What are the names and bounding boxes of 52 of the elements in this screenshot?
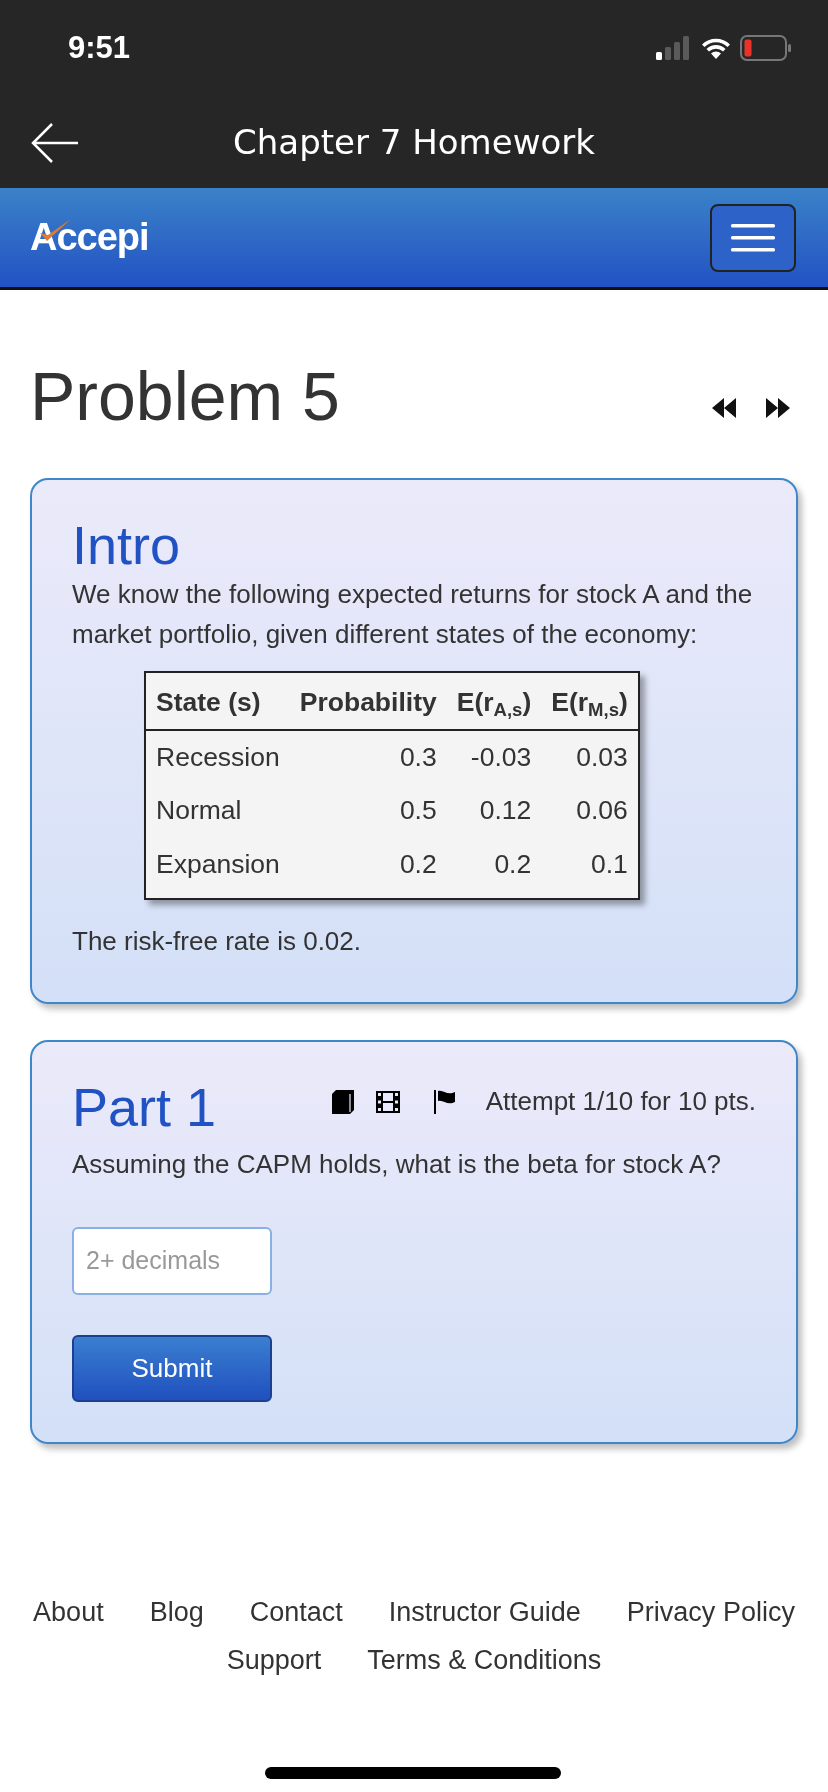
- flag-icon: [433, 1089, 456, 1114]
- footer-link[interactable]: Instructor Guide: [388, 1591, 581, 1633]
- intro-text: We know the following expected returns for stock A and the market portfolio, given different states of the economy:: [72, 578, 754, 652]
- battery-icon: [740, 35, 792, 61]
- problem-title: Problem 5: [30, 362, 340, 430]
- footer-link[interactable]: Contact: [249, 1591, 343, 1633]
- status-time: 9:51: [68, 28, 131, 67]
- table-cell: 0.2: [446, 838, 542, 899]
- column-header: State (s): [145, 671, 290, 730]
- table-cell: -0.03: [446, 729, 542, 785]
- back-button[interactable]: [30, 122, 80, 164]
- signal-icon: [656, 36, 692, 60]
- intro-note: The risk-free rate is 0.02.: [72, 924, 362, 958]
- table-cell: 0.03: [541, 729, 639, 785]
- fast-forward-icon: [766, 397, 790, 418]
- submit-button[interactable]: Submit: [72, 1334, 272, 1402]
- column-header: E(r$_{A,s}$): [446, 671, 542, 730]
- menu-button[interactable]: [710, 203, 796, 272]
- footer-link[interactable]: About: [33, 1591, 104, 1633]
- table-cell: Normal: [145, 784, 290, 839]
- table-cell: 0.06: [541, 784, 639, 839]
- table-cell: Recession: [145, 729, 290, 785]
- table-cell: 0.1: [541, 838, 639, 899]
- table-cell: 0.2: [289, 838, 447, 899]
- menu-icon: [731, 223, 775, 252]
- flag-button[interactable]: [433, 1089, 456, 1114]
- card-heading: Part 1: [72, 1077, 217, 1138]
- table-cell: 0.12: [446, 784, 542, 839]
- wifi-icon: [700, 36, 732, 60]
- brand-logo[interactable]: Accepi: [30, 216, 149, 258]
- video-button[interactable]: [375, 1089, 400, 1114]
- attempt-text: Attempt 1/10 for 10 pts.: [485, 1084, 756, 1118]
- answer-field[interactable]: 2+ decimals: [72, 1226, 272, 1295]
- column-header: Probability: [289, 671, 447, 730]
- card-heading: Intro: [72, 516, 182, 576]
- table-cell: 0.5: [289, 784, 447, 839]
- table-cell: 0.3: [289, 729, 447, 785]
- back-arrow-icon: [30, 122, 80, 164]
- footer-link[interactable]: Terms & Conditions: [367, 1640, 602, 1681]
- previous-button[interactable]: [712, 395, 736, 419]
- question-text: Assuming the CAPM holds, what is the beta for stock A?: [72, 1148, 722, 1182]
- column-header: E(r$_{M,s}$): [541, 671, 639, 730]
- film-icon: [375, 1091, 400, 1114]
- footer-link[interactable]: Privacy Policy: [626, 1591, 795, 1633]
- footer-link[interactable]: Support: [226, 1640, 322, 1681]
- book-button[interactable]: [331, 1089, 354, 1114]
- book-icon: [331, 1089, 354, 1114]
- rewind-icon: [712, 397, 736, 418]
- footer-link[interactable]: Blog: [149, 1591, 204, 1633]
- table-cell: Expansion: [145, 838, 290, 899]
- next-button[interactable]: [766, 395, 790, 419]
- page-title: Chapter 7 Homework: [233, 120, 595, 164]
